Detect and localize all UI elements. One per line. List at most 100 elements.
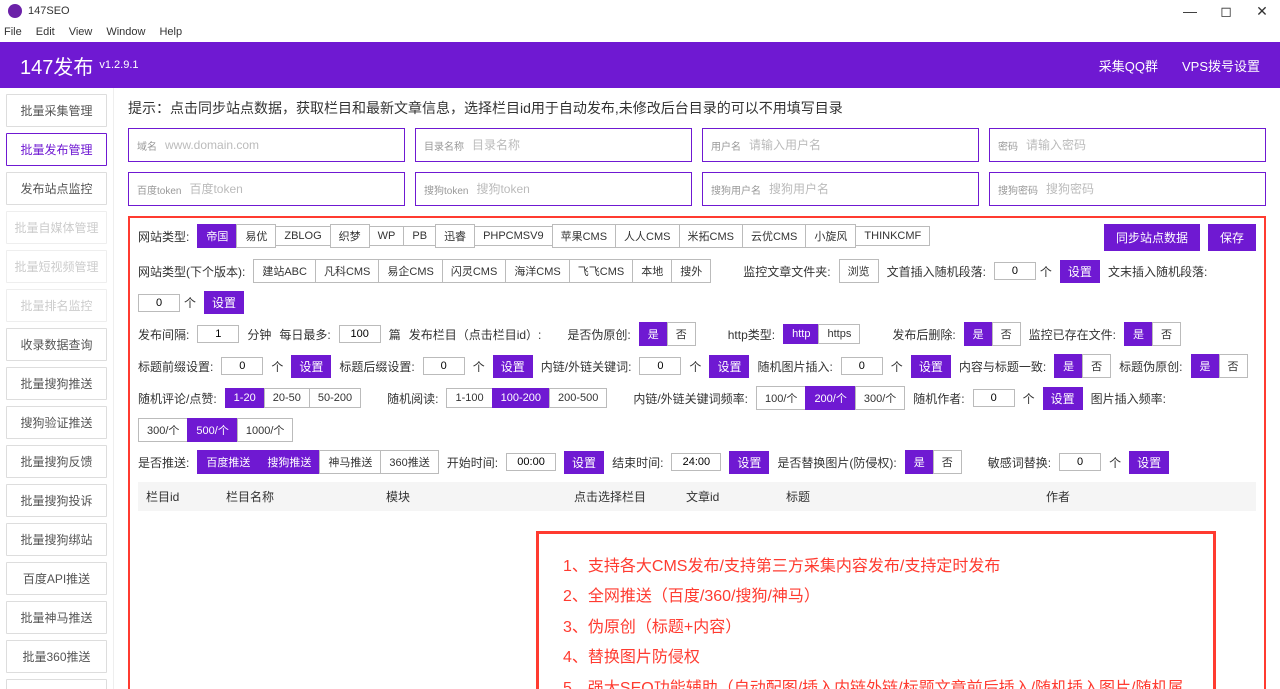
replimg-yes[interactable]: 是 (905, 450, 934, 474)
sidebar-item-0[interactable]: 批量采集管理 (6, 94, 107, 127)
imgfreq-option-2[interactable]: 1000/个 (237, 418, 294, 442)
push-option-3[interactable]: 360推送 (380, 450, 438, 474)
http-option[interactable]: http (783, 324, 819, 344)
read-option-2[interactable]: 200-500 (549, 388, 607, 408)
site-type-option-13[interactable]: THINKCMF (855, 226, 930, 246)
sidebar-item-2[interactable]: 发布站点监控 (6, 172, 107, 205)
monexist-yes[interactable]: 是 (1124, 322, 1153, 346)
window-minimize-icon[interactable]: — (1172, 0, 1208, 22)
site-type-option-1[interactable]: 易优 (236, 224, 276, 248)
sogou-input[interactable] (476, 182, 683, 196)
consistent-yes[interactable]: 是 (1054, 354, 1083, 378)
sidebar-item-6[interactable]: 收录数据查询 (6, 328, 107, 361)
site-type-option-2[interactable]: ZBLOG (275, 226, 330, 246)
sidebar-item-10[interactable]: 批量搜狗投诉 (6, 484, 107, 517)
site-type-option-7[interactable]: PHPCMSV9 (474, 226, 553, 246)
site-type-option-3[interactable]: 织梦 (330, 224, 370, 248)
title-fake-yes[interactable]: 是 (1191, 354, 1220, 378)
site-type2-option-3[interactable]: 闪灵CMS (442, 259, 506, 283)
interval-input[interactable] (197, 325, 239, 343)
domain-input[interactable] (165, 138, 396, 152)
imgfreq-option-1[interactable]: 500/个 (187, 418, 237, 442)
site-type-option-5[interactable]: PB (403, 226, 436, 246)
insert-head-input[interactable] (994, 262, 1036, 280)
site-type-option-12[interactable]: 小旋风 (805, 224, 856, 248)
site-type2-option-6[interactable]: 本地 (632, 259, 672, 283)
replimg-no[interactable]: 否 (933, 450, 962, 474)
site-type2-option-5[interactable]: 飞飞CMS (569, 259, 633, 283)
window-close-icon[interactable]: ✕ (1244, 0, 1280, 22)
randimg-input[interactable] (841, 357, 883, 375)
site-type2-option-7[interactable]: 搜外 (671, 259, 711, 283)
browse-button[interactable]: 浏览 (839, 259, 879, 283)
sidebar-item-13[interactable]: 批量神马推送 (6, 601, 107, 634)
https-option[interactable]: https (818, 324, 860, 344)
comment-option-1[interactable]: 20-50 (264, 388, 310, 408)
delafter-yes[interactable]: 是 (964, 322, 993, 346)
sidebar-item-15[interactable]: 链接生成工具 (6, 679, 107, 689)
menu-file[interactable]: File (4, 26, 22, 38)
randimg-set-button[interactable]: 设置 (911, 355, 951, 378)
consistent-no[interactable]: 否 (1082, 354, 1111, 378)
sync-button[interactable]: 同步站点数据 (1104, 224, 1200, 251)
author-set-button[interactable]: 设置 (1043, 387, 1083, 410)
site-type2-option-1[interactable]: 凡科CMS (315, 259, 379, 283)
site-type-option-4[interactable]: WP (369, 226, 405, 246)
delafter-no[interactable]: 否 (992, 322, 1021, 346)
menu-edit[interactable]: Edit (36, 26, 55, 38)
site-type-option-11[interactable]: 云优CMS (742, 224, 806, 248)
site-type-option-0[interactable]: 帝国 (197, 224, 237, 248)
original-yes[interactable]: 是 (639, 322, 668, 346)
dir-input[interactable] (472, 138, 683, 152)
author-input[interactable] (973, 389, 1015, 407)
push-option-2[interactable]: 神马推送 (319, 450, 381, 474)
site-type-option-8[interactable]: 苹果CMS (552, 224, 616, 248)
daily-input[interactable] (339, 325, 381, 343)
site-type-option-6[interactable]: 迅睿 (435, 224, 475, 248)
baidu-input[interactable] (189, 182, 396, 196)
title-pre-set-button[interactable]: 设置 (291, 355, 331, 378)
menu-view[interactable]: View (69, 26, 93, 38)
comment-option-0[interactable]: 1-20 (225, 388, 265, 408)
window-maximize-icon[interactable]: ◻ (1208, 0, 1244, 22)
site-type2-option-0[interactable]: 建站ABC (253, 259, 316, 283)
sidebar-item-9[interactable]: 批量搜狗反馈 (6, 445, 107, 478)
sogoupwd-input[interactable] (1046, 182, 1257, 196)
end-input[interactable] (671, 453, 721, 471)
push-option-0[interactable]: 百度推送 (197, 450, 259, 474)
start-set-button[interactable]: 设置 (564, 451, 604, 474)
insert-head-set-button[interactable]: 设置 (1060, 260, 1100, 283)
title-suf-input[interactable] (423, 357, 465, 375)
end-set-button[interactable]: 设置 (729, 451, 769, 474)
kw-input[interactable] (639, 357, 681, 375)
kw-set-button[interactable]: 设置 (709, 355, 749, 378)
imgfreq-option-0[interactable]: 300/个 (138, 418, 188, 442)
sensitive-input[interactable] (1059, 453, 1101, 471)
read-option-0[interactable]: 1-100 (446, 388, 492, 408)
sidebar-item-11[interactable]: 批量搜狗绑站 (6, 523, 107, 556)
sidebar-item-8[interactable]: 搜狗验证推送 (6, 406, 107, 439)
title-suf-set-button[interactable]: 设置 (493, 355, 533, 378)
sidebar-item-12[interactable]: 百度API推送 (6, 562, 107, 595)
header-link-vps[interactable]: VPS拨号设置 (1182, 56, 1260, 75)
push-option-1[interactable]: 搜狗推送 (258, 450, 320, 474)
pwd-input[interactable] (1026, 138, 1257, 152)
comment-option-2[interactable]: 50-200 (309, 388, 361, 408)
monexist-no[interactable]: 否 (1152, 322, 1181, 346)
kwfreq-option-2[interactable]: 300/个 (855, 386, 905, 410)
title-pre-input[interactable] (221, 357, 263, 375)
site-type-option-9[interactable]: 人人CMS (615, 224, 679, 248)
sidebar-item-14[interactable]: 批量360推送 (6, 640, 107, 673)
start-input[interactable] (506, 453, 556, 471)
header-link-qq[interactable]: 采集QQ群 (1099, 56, 1158, 75)
site-type-option-10[interactable]: 米拓CMS (679, 224, 743, 248)
sidebar-item-1[interactable]: 批量发布管理 (6, 133, 107, 166)
read-option-1[interactable]: 100-200 (492, 388, 550, 408)
menu-window[interactable]: Window (106, 26, 145, 38)
kwfreq-option-1[interactable]: 200/个 (805, 386, 855, 410)
kwfreq-option-0[interactable]: 100/个 (756, 386, 806, 410)
title-fake-no[interactable]: 否 (1219, 354, 1248, 378)
sogouuser-input[interactable] (769, 182, 970, 196)
save-button[interactable]: 保存 (1208, 224, 1256, 251)
site-type2-option-2[interactable]: 易企CMS (378, 259, 442, 283)
